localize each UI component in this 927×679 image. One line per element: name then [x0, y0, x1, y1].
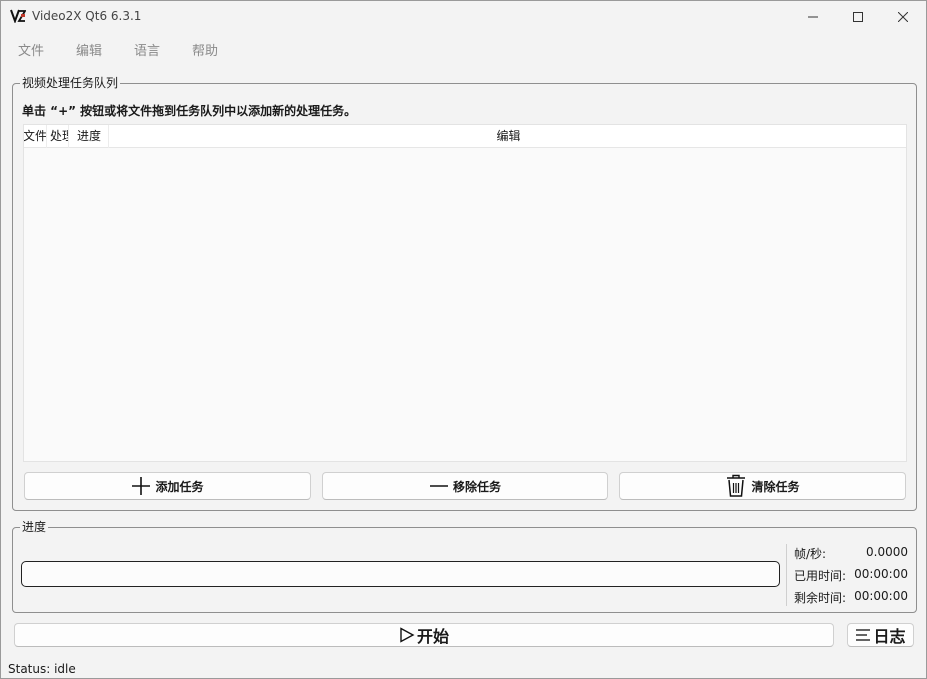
table-header: 文件 处理 进度 编辑 — [24, 125, 906, 148]
stats-divider — [786, 544, 787, 606]
minus-icon — [429, 476, 449, 496]
task-queue-title: 视频处理任务队列 — [20, 76, 121, 90]
play-icon — [399, 627, 415, 643]
column-header-progress[interactable]: 进度 — [69, 125, 109, 148]
close-button[interactable] — [880, 1, 926, 32]
progress-bar — [21, 561, 780, 587]
fps-label: 帧/秒: — [794, 547, 827, 561]
list-icon — [855, 628, 871, 642]
task-queue-table[interactable]: 文件 处理 进度 编辑 — [23, 124, 907, 462]
add-task-label: 添加任务 — [155, 479, 204, 494]
maximize-icon — [853, 11, 863, 22]
maximize-button[interactable] — [835, 1, 881, 32]
start-label: 开始 — [416, 627, 449, 646]
close-icon — [898, 11, 908, 22]
start-button[interactable]: 开始 — [14, 623, 834, 647]
elapsed-time-label: 已用时间: — [794, 569, 847, 583]
remove-task-button[interactable]: 移除任务 — [322, 472, 608, 500]
fps-value: 0.0000 — [866, 545, 908, 559]
progress-title: 进度 — [20, 520, 49, 534]
main-window: Video2X Qt6 6.3.1 文件 编辑 语言 帮助 视频处理任务队列 单… — [0, 0, 927, 679]
log-button[interactable]: 日志 — [847, 623, 914, 647]
clear-tasks-button[interactable]: 清除任务 — [619, 472, 906, 500]
remaining-time-value: 00:00:00 — [854, 589, 908, 603]
plus-icon — [131, 476, 151, 496]
status-text: Status: idle — [8, 662, 76, 676]
title-bar[interactable]: Video2X Qt6 6.3.1 — [1, 1, 926, 32]
menu-edit[interactable]: 编辑 — [76, 40, 102, 59]
column-header-process[interactable]: 处理 — [47, 125, 69, 148]
trash-icon — [725, 474, 747, 498]
log-label: 日志 — [873, 627, 906, 646]
remaining-time-label: 剩余时间: — [794, 591, 847, 605]
queue-hint: 单击 “+” 按钮或将文件拖到任务队列中以添加新的处理任务。 — [22, 104, 357, 118]
progress-group: 进度 帧/秒: 0.0000 已用时间: 00:00:00 剩余时间: 00:0… — [12, 520, 917, 613]
minimize-button[interactable] — [790, 1, 836, 32]
minimize-icon — [808, 16, 818, 17]
add-task-button[interactable]: 添加任务 — [24, 472, 311, 500]
task-queue-group: 视频处理任务队列 单击 “+” 按钮或将文件拖到任务队列中以添加新的处理任务。 … — [12, 76, 917, 511]
clear-tasks-label: 清除任务 — [751, 479, 800, 494]
column-header-file[interactable]: 文件 — [24, 125, 47, 148]
menu-help[interactable]: 帮助 — [192, 40, 218, 59]
elapsed-time-value: 00:00:00 — [854, 567, 908, 581]
column-header-edit[interactable]: 编辑 — [109, 125, 908, 148]
video2x-logo-icon — [10, 9, 27, 24]
menu-file[interactable]: 文件 — [18, 40, 44, 59]
menu-language[interactable]: 语言 — [134, 40, 160, 59]
window-title: Video2X Qt6 6.3.1 — [32, 9, 142, 23]
remove-task-label: 移除任务 — [452, 479, 501, 494]
menu-bar: 文件 编辑 语言 帮助 — [1, 35, 926, 61]
